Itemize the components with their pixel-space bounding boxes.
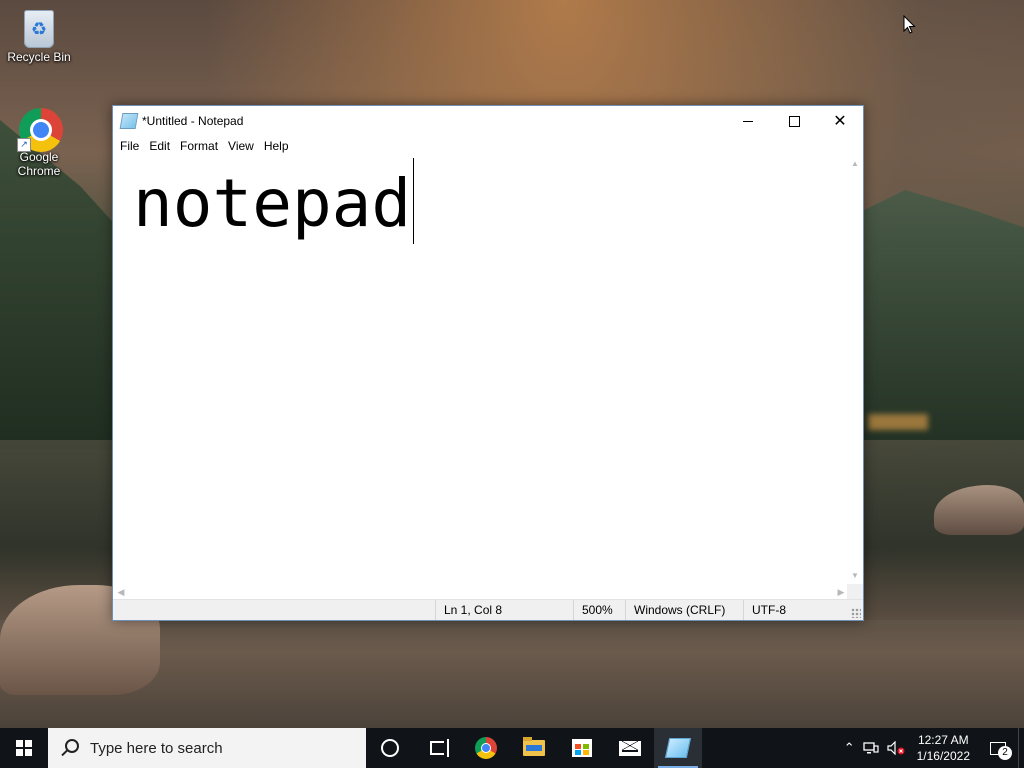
resize-grip-icon[interactable] (851, 608, 861, 618)
taskbar: Type here to search ⌃ 12:27 AM 1/16/2022… (0, 728, 1024, 768)
action-center-button[interactable]: 2 (978, 728, 1018, 768)
search-icon (60, 738, 80, 758)
status-zoom: 500% (573, 600, 625, 620)
task-view-button[interactable] (414, 728, 462, 768)
text-editor-area[interactable]: notepad (113, 156, 849, 584)
desktop-icon-google-chrome[interactable]: ↗ Google Chrome (1, 108, 77, 178)
cortana-icon (381, 739, 399, 757)
system-clock[interactable]: 12:27 AM 1/16/2022 (909, 732, 978, 764)
scrollbar-corner (847, 584, 863, 600)
status-position: Ln 1, Col 8 (435, 600, 573, 620)
maximize-button[interactable] (771, 106, 817, 136)
mail-icon (619, 740, 641, 756)
windows-logo-icon (16, 740, 32, 756)
scroll-down-icon[interactable]: ▼ (847, 568, 863, 584)
taskbar-chrome[interactable] (462, 728, 510, 768)
menu-bar: File Edit Format View Help (113, 136, 863, 156)
status-bar: Ln 1, Col 8 500% Windows (CRLF) UTF-8 (113, 599, 863, 620)
desktop-icon-label: Google Chrome (17, 150, 61, 178)
taskbar-search-box[interactable]: Type here to search (48, 728, 366, 768)
search-placeholder: Type here to search (90, 739, 223, 757)
taskbar-mail[interactable] (606, 728, 654, 768)
minimize-button[interactable] (725, 106, 771, 136)
cortana-button[interactable] (366, 728, 414, 768)
show-hidden-icons-button[interactable]: ⌃ (840, 728, 859, 768)
system-tray: ⌃ 12:27 AM 1/16/2022 2 (840, 728, 1024, 768)
menu-help[interactable]: Help (260, 136, 295, 156)
window-title: *Untitled - Notepad (142, 114, 244, 128)
vertical-scrollbar[interactable]: ▲ ▼ (847, 156, 863, 584)
text-caret (413, 158, 415, 244)
desktop-icon-recycle-bin[interactable]: Recycle Bin (1, 8, 77, 64)
editor-text: notepad (133, 165, 412, 242)
scroll-left-icon[interactable]: ◀ (113, 584, 129, 600)
menu-edit[interactable]: Edit (145, 136, 176, 156)
notepad-icon (664, 738, 692, 758)
menu-file[interactable]: File (116, 136, 145, 156)
clock-time: 12:27 AM (917, 733, 969, 747)
chrome-icon (475, 737, 497, 759)
menu-format[interactable]: Format (176, 136, 224, 156)
taskbar-store[interactable] (558, 728, 606, 768)
desktop-icon-label: Recycle Bin (7, 50, 71, 64)
close-button[interactable]: ✕ (817, 106, 863, 136)
scroll-up-icon[interactable]: ▲ (847, 156, 863, 172)
wallpaper-lights (868, 414, 928, 430)
horizontal-scrollbar[interactable]: ◀ ▶ (113, 584, 849, 600)
start-button[interactable] (0, 728, 48, 768)
notification-count-badge: 2 (998, 746, 1012, 760)
clock-date: 1/16/2022 (916, 749, 970, 763)
task-view-icon (430, 739, 449, 757)
file-explorer-icon (523, 737, 545, 756)
store-icon (572, 739, 592, 757)
taskbar-notepad[interactable] (654, 728, 702, 768)
title-bar[interactable]: *Untitled - Notepad ✕ (113, 106, 863, 136)
wallpaper-mountain-right (854, 190, 1024, 440)
volume-muted-icon[interactable] (883, 728, 909, 768)
taskbar-file-explorer[interactable] (510, 728, 558, 768)
chrome-icon: ↗ (17, 108, 63, 152)
network-icon[interactable] (859, 728, 883, 768)
menu-view[interactable]: View (224, 136, 260, 156)
status-encoding: UTF-8 (743, 600, 863, 620)
notepad-app-icon[interactable] (119, 113, 139, 129)
status-line-ending: Windows (CRLF) (625, 600, 743, 620)
recycle-bin-icon (24, 10, 54, 48)
show-desktop-button[interactable] (1018, 728, 1024, 768)
shortcut-arrow-icon: ↗ (17, 138, 31, 152)
notepad-window[interactable]: *Untitled - Notepad ✕ File Edit Format V… (112, 105, 864, 621)
